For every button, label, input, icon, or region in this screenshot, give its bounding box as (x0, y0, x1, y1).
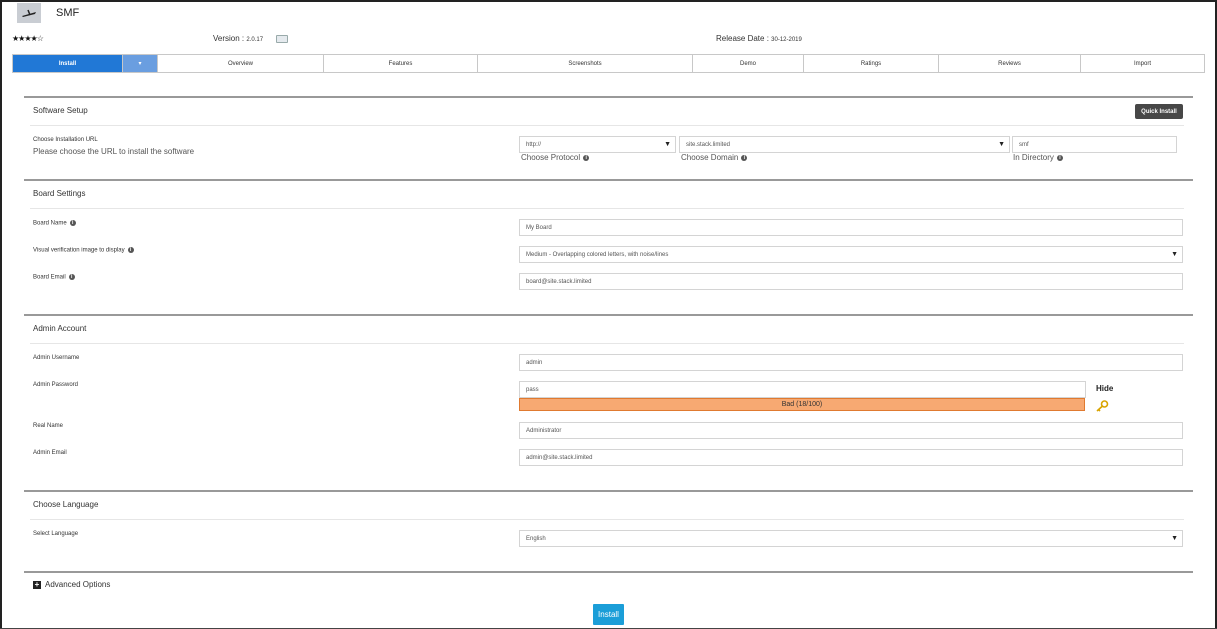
quick-install-button[interactable]: Quick Install (1135, 104, 1183, 119)
tab-install[interactable]: Install (13, 55, 123, 72)
admin-username-input[interactable]: admin (519, 354, 1183, 371)
tab-screenshots[interactable]: Screenshots (478, 55, 693, 72)
chevron-down-icon: ▼ (998, 141, 1005, 148)
info-icon[interactable]: i (127, 247, 134, 253)
sub-divider (30, 125, 1184, 126)
verification-label-row: Visual verification image to display i (33, 247, 134, 254)
directory-value: smf (1019, 141, 1029, 148)
directory-input[interactable]: smf (1012, 136, 1177, 153)
version-label: Version : (213, 34, 245, 43)
protocol-caption: Choose Protocol i (521, 153, 590, 162)
sub-divider (30, 343, 1184, 344)
board-name-label-row: Board Name i (33, 220, 76, 227)
verification-select[interactable]: Medium - Overlapping colored letters, wi… (519, 246, 1183, 263)
tab-overview[interactable]: Overview (158, 55, 324, 72)
real-name-label: Real Name (33, 423, 64, 429)
tab-bar: Install ▾ Overview Features Screenshots … (12, 54, 1205, 73)
protocol-value: http:// (526, 141, 542, 148)
board-name-label: Board Name (33, 220, 67, 227)
verification-value: Medium - Overlapping colored letters, wi… (526, 251, 669, 258)
protocol-label: Choose Protocol (521, 153, 581, 162)
tab-install-dropdown[interactable]: ▾ (123, 55, 158, 72)
release-info: Release Date : 30-12-2019 (716, 34, 802, 43)
sub-divider (30, 519, 1184, 520)
real-name-value: Administrator (526, 427, 562, 434)
admin-username-label: Admin Username (33, 355, 80, 361)
tab-features[interactable]: Features (324, 55, 478, 72)
plus-icon[interactable]: + (33, 580, 41, 589)
admin-password-value: pass (526, 386, 539, 393)
board-email-input[interactable]: board@site.stack.limited (519, 273, 1183, 290)
directory-label: In Directory (1013, 153, 1054, 162)
section-divider (24, 96, 1193, 98)
install-button[interactable]: Install (593, 604, 624, 625)
tab-ratings[interactable]: Ratings (804, 55, 939, 72)
release-label: Release Date : (716, 34, 769, 43)
admin-email-input[interactable]: admin@site.stack.limited (519, 449, 1183, 466)
board-email-label: Board Email (33, 274, 66, 281)
choose-language-title: Choose Language (33, 500, 99, 509)
app-logo-icon (17, 3, 41, 23)
section-divider (24, 490, 1193, 492)
password-strength-meter: Bad (18/100) (519, 398, 1085, 411)
version-info: Version : 2.0.17 (213, 34, 263, 43)
software-setup-title: Software Setup (33, 106, 88, 115)
admin-email-label: Admin Email (33, 450, 67, 456)
language-select[interactable]: English ▼ (519, 530, 1183, 547)
tab-demo[interactable]: Demo (693, 55, 804, 72)
board-email-value: board@site.stack.limited (526, 278, 592, 285)
directory-caption: In Directory i (1013, 153, 1063, 162)
admin-account-title: Admin Account (33, 324, 87, 333)
domain-label: Choose Domain (681, 153, 739, 162)
admin-password-input[interactable]: pass (519, 381, 1086, 398)
domain-value: site.stack.limited (686, 141, 731, 148)
chevron-down-icon: ▼ (664, 141, 671, 148)
admin-username-value: admin (526, 359, 543, 366)
rating-stars[interactable]: ★★★★☆ (12, 34, 44, 43)
language-value: English (526, 535, 546, 542)
tab-reviews[interactable]: Reviews (939, 55, 1081, 72)
protocol-select[interactable]: http:// ▼ (519, 136, 676, 153)
tab-import[interactable]: Import (1081, 55, 1204, 72)
info-icon[interactable]: i (69, 220, 76, 226)
release-value: 30-12-2019 (771, 37, 802, 43)
installation-url-help: Please choose the URL to install the sof… (33, 147, 195, 156)
admin-email-value: admin@site.stack.limited (526, 454, 593, 461)
info-icon[interactable]: i (68, 274, 75, 280)
section-divider (24, 314, 1193, 316)
domain-caption: Choose Domain i (681, 153, 748, 162)
changelog-icon[interactable] (276, 35, 288, 43)
info-icon[interactable]: i (583, 154, 590, 161)
select-language-label: Select Language (33, 531, 79, 537)
section-divider (24, 179, 1193, 181)
real-name-input[interactable]: Administrator (519, 422, 1183, 439)
hide-password-link[interactable]: Hide (1096, 384, 1113, 393)
info-icon[interactable]: i (1056, 154, 1063, 161)
info-icon[interactable]: i (741, 154, 748, 161)
window-frame-top (0, 0, 1217, 2)
key-icon[interactable] (1095, 399, 1109, 412)
section-divider (24, 571, 1193, 573)
verification-label: Visual verification image to display (33, 247, 125, 254)
sub-divider (30, 208, 1184, 209)
chevron-down-icon: ▼ (1171, 535, 1178, 542)
window-frame-left (0, 0, 2, 629)
chevron-down-icon: ▼ (1171, 251, 1178, 258)
app-title: SMF (56, 7, 80, 19)
board-settings-title: Board Settings (33, 189, 86, 198)
advanced-options-label: Advanced Options (45, 580, 111, 589)
board-name-value: My Board (526, 224, 552, 231)
board-name-input[interactable]: My Board (519, 219, 1183, 236)
version-value: 2.0.17 (246, 37, 264, 43)
installation-url-label: Choose Installation URL (33, 137, 98, 143)
admin-password-label: Admin Password (33, 382, 79, 388)
domain-select[interactable]: site.stack.limited ▼ (679, 136, 1010, 153)
advanced-options-toggle[interactable]: + Advanced Options (33, 580, 110, 589)
board-email-label-row: Board Email i (33, 274, 75, 281)
